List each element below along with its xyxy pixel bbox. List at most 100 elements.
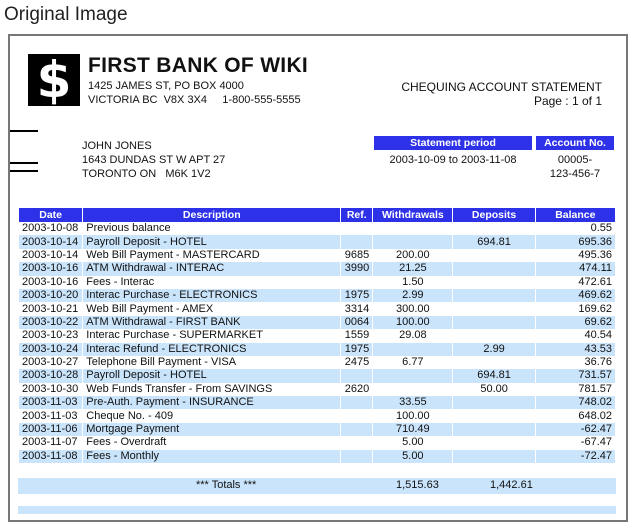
ref-cell bbox=[341, 369, 373, 383]
balance-cell: 169.62 bbox=[578, 302, 612, 315]
deposit-cell: 2.99 bbox=[453, 342, 535, 356]
statement-period-value: 2003-10-09 to 2003-11-08 bbox=[389, 154, 517, 166]
deposit-cell: 694.81 bbox=[453, 235, 535, 249]
withdrawal-cell: 200.00 bbox=[396, 248, 430, 261]
ref-cell bbox=[341, 436, 372, 449]
description-cell: ATM Withdrawal - INTERAC bbox=[83, 262, 341, 276]
deposit-cell bbox=[453, 329, 534, 342]
customer-name: JOHN JONES bbox=[82, 140, 152, 152]
date-cell: 2003-10-24 bbox=[19, 342, 83, 356]
deposit-cell bbox=[453, 422, 535, 437]
balance-cell: 43.53 bbox=[535, 342, 615, 356]
ref-cell: 3314 bbox=[344, 302, 370, 315]
deposit-cell: 50.00 bbox=[480, 382, 508, 395]
deposit-cell bbox=[453, 396, 535, 410]
account-number-line1: 00005- bbox=[557, 154, 593, 166]
bank-name: FIRST BANK OF WIKI bbox=[88, 54, 309, 77]
ref-cell bbox=[341, 409, 372, 422]
table-row: 2003-10-28 Payroll Deposit - HOTEL 694.81 7… bbox=[19, 369, 615, 383]
table-row: 2003-10-08 Previous balance 0.55 bbox=[19, 222, 615, 235]
table-row: 2003-10-21 Web Bill Payment - AMEX 3314 300… bbox=[19, 302, 615, 315]
date-cell: 2003-11-03 bbox=[22, 409, 78, 422]
customer-address-line1: 1643 DUNDAS ST W APT 27 bbox=[82, 154, 226, 166]
balance-cell: 0.55 bbox=[590, 222, 612, 235]
date-cell: 2003-11-03 bbox=[19, 396, 83, 410]
description-cell: Fees - Monthly bbox=[83, 449, 341, 464]
description-cell: Interac Purchase - ELECTRONICS bbox=[83, 288, 341, 303]
description-cell: Payroll Deposit - HOTEL bbox=[83, 235, 341, 249]
ref-cell: 1975 bbox=[341, 342, 373, 356]
table-header-row: Date Description Ref. Withdrawals Deposi… bbox=[19, 208, 615, 222]
withdrawal-cell bbox=[373, 235, 453, 249]
withdrawal-cell: 710.49 bbox=[373, 422, 453, 437]
description-cell: Interac Purchase - SUPERMARKET bbox=[86, 329, 263, 342]
date-cell: 2003-10-14 bbox=[19, 235, 83, 249]
footer-band bbox=[18, 506, 616, 514]
description-cell: ATM Withdrawal - FIRST BANK bbox=[83, 315, 341, 330]
description-cell: Web Bill Payment - AMEX bbox=[86, 302, 214, 315]
ref-cell bbox=[341, 396, 373, 410]
ref-cell: 9685 bbox=[344, 248, 370, 261]
table-row: 2003-11-03 Pre-Auth. Payment - INSURANCE 3… bbox=[19, 396, 615, 410]
column-header-deposits: Deposits bbox=[453, 208, 535, 222]
column-header-date: Date bbox=[19, 208, 83, 222]
balance-cell: 469.62 bbox=[535, 288, 615, 303]
deposit-cell bbox=[453, 249, 534, 262]
table-row: 2003-11-07 Fees - Overdraft 5.00 -67.47 bbox=[19, 436, 615, 449]
deposit-cell bbox=[453, 262, 535, 276]
balance-cell: 472.61 bbox=[578, 275, 612, 288]
ref-cell bbox=[341, 449, 373, 464]
withdrawal-cell: 100.00 bbox=[373, 315, 453, 330]
withdrawal-cell: 300.00 bbox=[396, 302, 430, 315]
table-row: 2003-10-14 Web Bill Payment - MASTERCARD 9… bbox=[19, 249, 615, 262]
date-cell: 2003-10-14 bbox=[22, 248, 79, 261]
deposit-cell: 694.81 bbox=[453, 369, 535, 383]
date-cell: 2003-10-23 bbox=[22, 329, 79, 342]
deposit-cell bbox=[453, 436, 534, 449]
table-row: 2003-10-14 Payroll Deposit - HOTEL 694.81 6… bbox=[19, 235, 615, 249]
withdrawal-cell: 1.50 bbox=[402, 275, 424, 288]
fold-mark bbox=[10, 130, 38, 132]
description-cell: Telephone Bill Payment - VISA bbox=[86, 356, 237, 369]
bank-statement: $ FIRST BANK OF WIKI 1425 JAMES ST, PO B… bbox=[8, 34, 628, 522]
date-cell: 2003-10-27 bbox=[22, 356, 79, 369]
totals-withdrawals: 1,515.63 bbox=[396, 479, 439, 491]
balance-cell: -72.47 bbox=[535, 449, 615, 464]
withdrawal-cell: 21.25 bbox=[373, 262, 453, 276]
withdrawal-cell: 33.55 bbox=[373, 396, 453, 410]
deposit-cell bbox=[453, 276, 534, 289]
account-number-header: Account No. bbox=[536, 136, 614, 150]
table-row: 2003-11-03 Cheque No. - 409 100.00 648.02 bbox=[19, 409, 615, 422]
balance-cell: -62.47 bbox=[535, 422, 615, 437]
description-cell: Previous balance bbox=[86, 222, 171, 235]
table-row: 2003-10-24 Interac Refund - ELECTRONICS 19… bbox=[19, 342, 615, 356]
balance-cell: 781.57 bbox=[578, 382, 612, 395]
balance-cell: 40.54 bbox=[584, 329, 612, 342]
fold-mark bbox=[10, 162, 38, 164]
date-cell: 2003-11-08 bbox=[19, 449, 83, 464]
column-header-description: Description bbox=[83, 208, 341, 222]
ref-cell bbox=[341, 422, 373, 437]
date-cell: 2003-10-16 bbox=[19, 262, 83, 276]
ref-cell: 3990 bbox=[341, 262, 373, 276]
description-cell: Web Bill Payment - MASTERCARD bbox=[86, 248, 260, 261]
table-row: 2003-10-16 ATM Withdrawal - INTERAC 3990 21… bbox=[19, 262, 615, 276]
description-cell: Pre-Auth. Payment - INSURANCE bbox=[83, 396, 341, 410]
column-header-ref: Ref. bbox=[341, 208, 373, 222]
totals-deposits: 1,442.61 bbox=[490, 479, 533, 491]
deposit-cell bbox=[453, 288, 535, 303]
deposit-cell bbox=[453, 222, 534, 235]
balance-cell: 69.62 bbox=[535, 315, 615, 330]
deposit-cell bbox=[453, 356, 534, 369]
balance-cell: -67.47 bbox=[580, 436, 612, 449]
deposit-cell bbox=[453, 409, 534, 422]
date-cell: 2003-10-22 bbox=[19, 315, 83, 330]
totals-label: *** Totals *** bbox=[196, 479, 257, 491]
column-header-balance: Balance bbox=[535, 208, 615, 222]
table-row: 2003-10-27 Telephone Bill Payment - VISA 2… bbox=[19, 356, 615, 369]
ref-cell: 1559 bbox=[344, 329, 370, 342]
table-row: 2003-10-30 Web Funds Transfer - From SAVI… bbox=[19, 383, 615, 396]
bank-address-line1: 1425 JAMES ST, PO BOX 4000 bbox=[88, 80, 244, 92]
withdrawal-cell: 29.08 bbox=[399, 329, 427, 342]
account-number-line2: 123-456-7 bbox=[549, 168, 601, 180]
